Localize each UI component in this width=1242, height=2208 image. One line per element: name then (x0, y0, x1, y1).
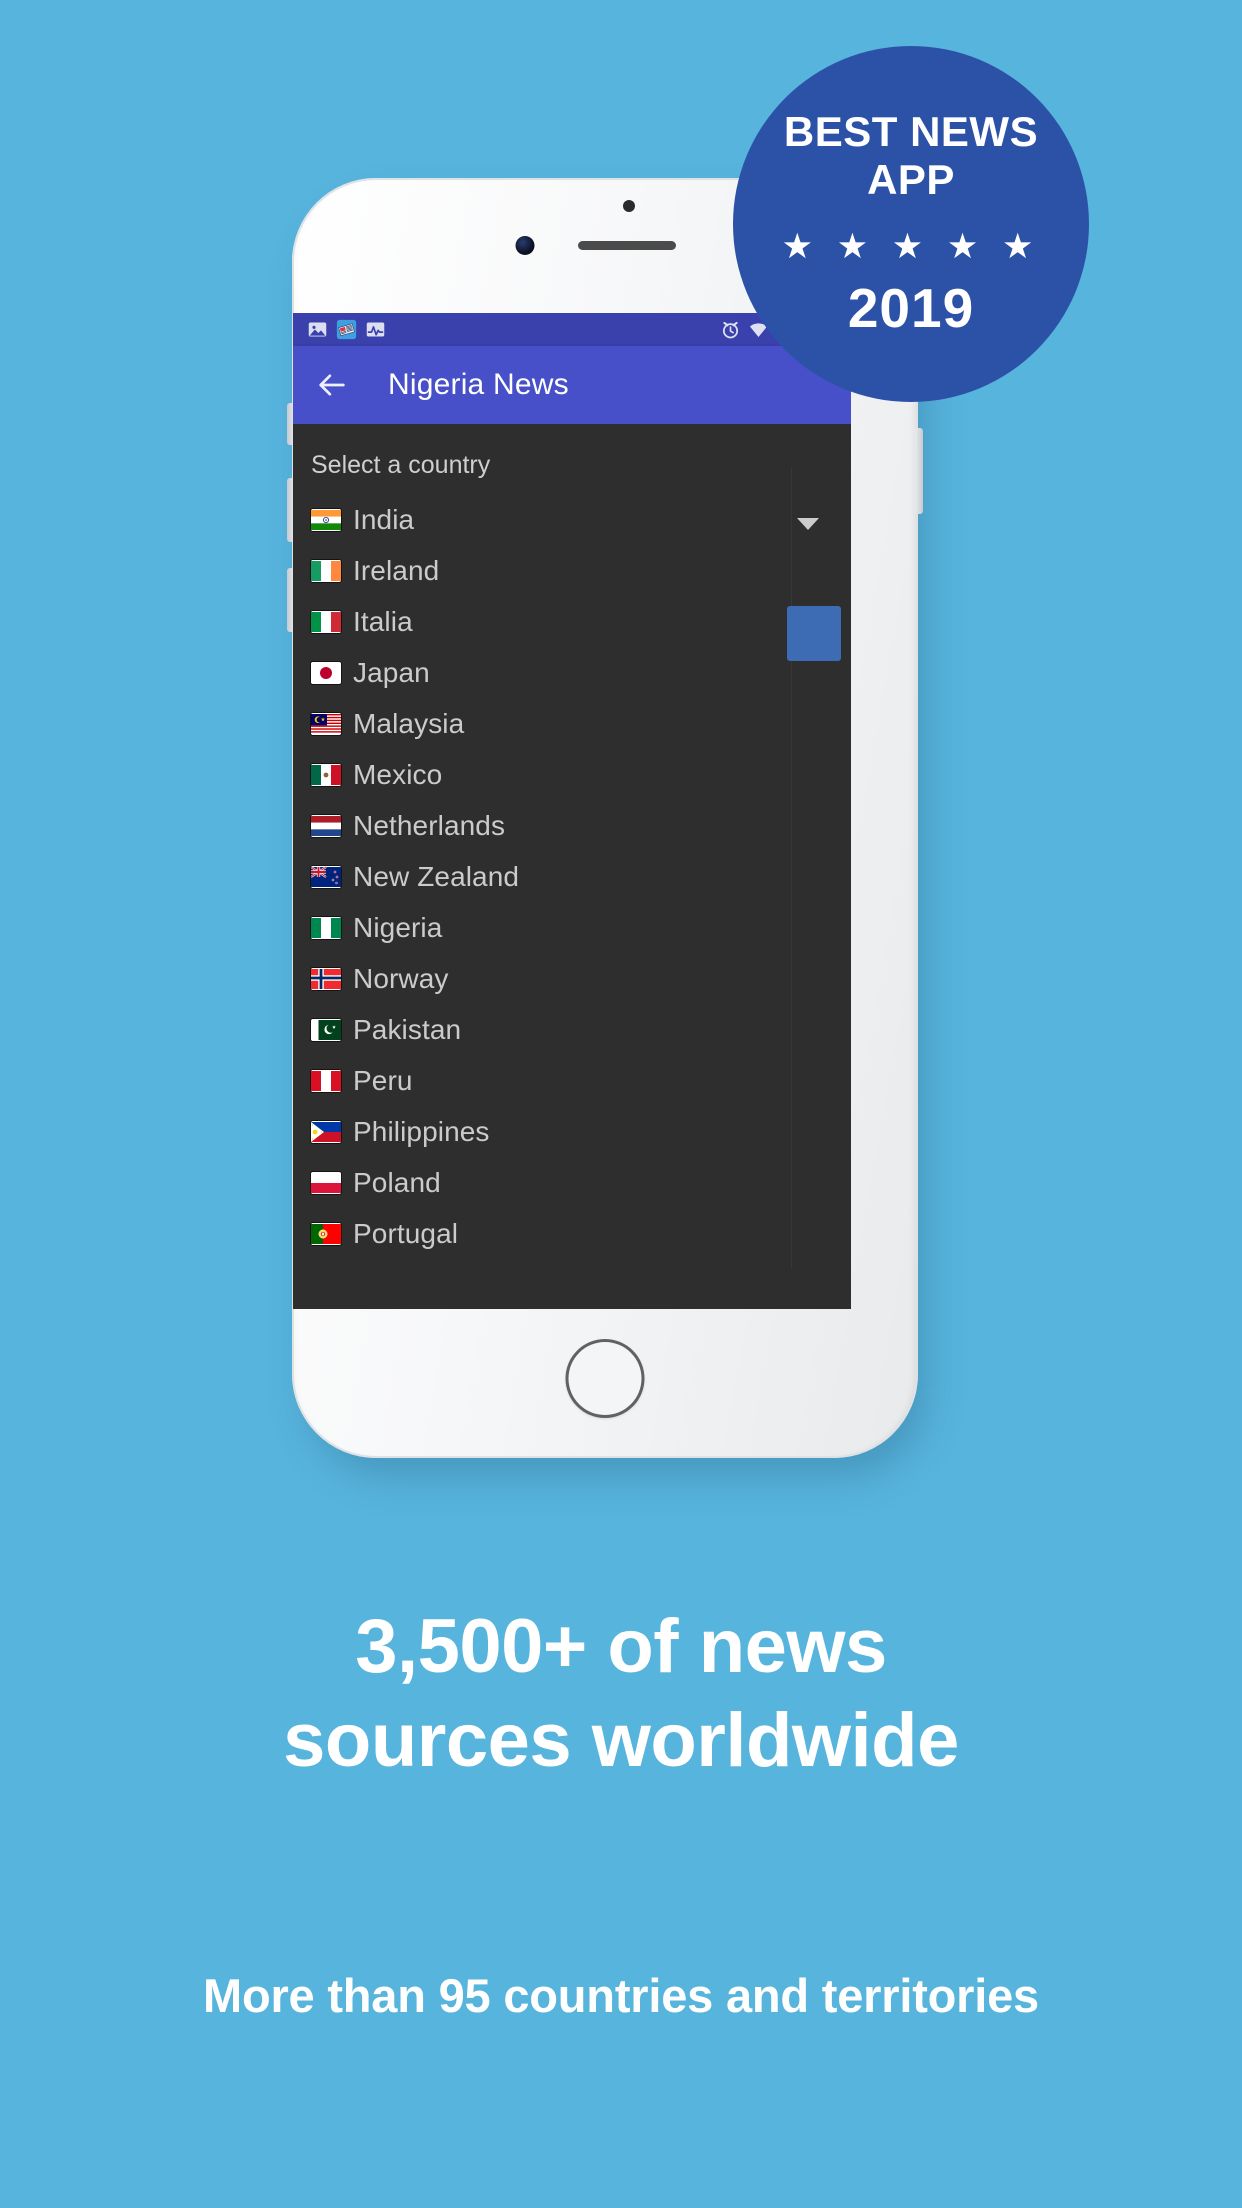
front-camera-icon (515, 236, 535, 255)
country-name: Ireland (353, 554, 440, 586)
country-name: Japan (353, 656, 430, 688)
country-name: Portugal (353, 1217, 459, 1249)
country-list-item[interactable]: Italia (311, 596, 851, 647)
flag-ng-icon (311, 916, 341, 939)
screen-content: Select a country India Ireland Italia Japan… (293, 424, 851, 1309)
phone-screen: 30% Nigeria News Select a country IndiaI… (293, 313, 851, 1309)
flag-nz-icon (311, 865, 341, 888)
flag-nl-icon (311, 814, 341, 837)
country-name: Pakistan (353, 1013, 462, 1045)
flag-pe-icon (311, 1069, 341, 1092)
country-list-item[interactable]: Norway (311, 953, 851, 1004)
subheadline: More than 95 countries and territories (203, 1969, 1039, 2022)
flag-ph-icon (311, 1120, 341, 1143)
flag-my-icon (311, 712, 341, 735)
country-list-item[interactable]: Mexico (311, 749, 851, 800)
back-arrow-icon[interactable] (315, 368, 349, 402)
flag-jp-icon (311, 661, 341, 684)
country-list-item[interactable]: Peru (311, 1055, 851, 1106)
proximity-sensor-icon (623, 200, 635, 212)
award-badge-year: 2019 (847, 276, 975, 339)
headline-line-2: sources worldwide (283, 1698, 959, 1784)
flag-pl-icon (311, 1171, 341, 1194)
country-name: Peru (353, 1064, 413, 1096)
activity-icon (366, 322, 385, 337)
country-list-item[interactable]: Netherlands (311, 800, 851, 851)
app-bar-title: Nigeria News (388, 368, 569, 401)
award-badge-title: BEST NEWS APP (783, 108, 1039, 203)
country-list-item[interactable]: Philippines (311, 1106, 851, 1157)
country-list-item[interactable]: Poland (311, 1157, 851, 1208)
country-name: Netherlands (353, 809, 506, 841)
flag-no-icon (311, 967, 341, 990)
country-list: India Ireland Italia Japan Malaysia Mexico Net… (293, 494, 851, 1259)
headline: 3,500+ of news sources worldwide (0, 1600, 1242, 1788)
status-bar-left-icons (307, 319, 386, 340)
newspaper-icon (336, 319, 357, 340)
country-list-item[interactable]: New Zealand (311, 851, 851, 902)
award-badge-stars: ★ ★ ★ ★ ★ (781, 226, 1041, 266)
country-list-item[interactable]: India (311, 494, 851, 545)
country-list-item[interactable]: Malaysia (311, 698, 851, 749)
country-name: New Zealand (353, 860, 520, 892)
select-country-label: Select a country (311, 451, 491, 479)
country-name: Norway (353, 962, 449, 994)
country-name: Poland (353, 1166, 441, 1198)
country-name: Malaysia (353, 707, 465, 739)
country-name: Italia (353, 605, 413, 637)
award-badge: BEST NEWS APP ★ ★ ★ ★ ★ 2019 (733, 46, 1089, 402)
country-name: Mexico (353, 758, 443, 790)
flag-ie-icon (311, 559, 341, 582)
image-icon (308, 322, 327, 337)
flag-pt-icon (311, 1222, 341, 1245)
country-list-item[interactable]: Pakistan (311, 1004, 851, 1055)
country-list-item[interactable]: Nigeria (311, 902, 851, 953)
country-name: Philippines (353, 1115, 490, 1147)
flag-it-icon (311, 610, 341, 633)
country-name: Nigeria (353, 911, 443, 943)
alarm-icon (723, 321, 739, 339)
app-bar: Nigeria News (293, 346, 851, 424)
headline-line-1: 3,500+ of news (355, 1604, 887, 1689)
flag-pk-icon (311, 1018, 341, 1041)
power-button[interactable] (915, 428, 923, 514)
flag-in-icon (311, 508, 341, 531)
home-button[interactable] (565, 1339, 645, 1418)
country-list-item[interactable]: Japan (311, 647, 851, 698)
flag-mx-icon (311, 763, 341, 786)
country-list-item[interactable]: Ireland (311, 545, 851, 596)
country-list-item[interactable]: Portugal (311, 1208, 851, 1259)
country-name: India (353, 503, 415, 535)
earpiece-speaker (578, 241, 676, 250)
